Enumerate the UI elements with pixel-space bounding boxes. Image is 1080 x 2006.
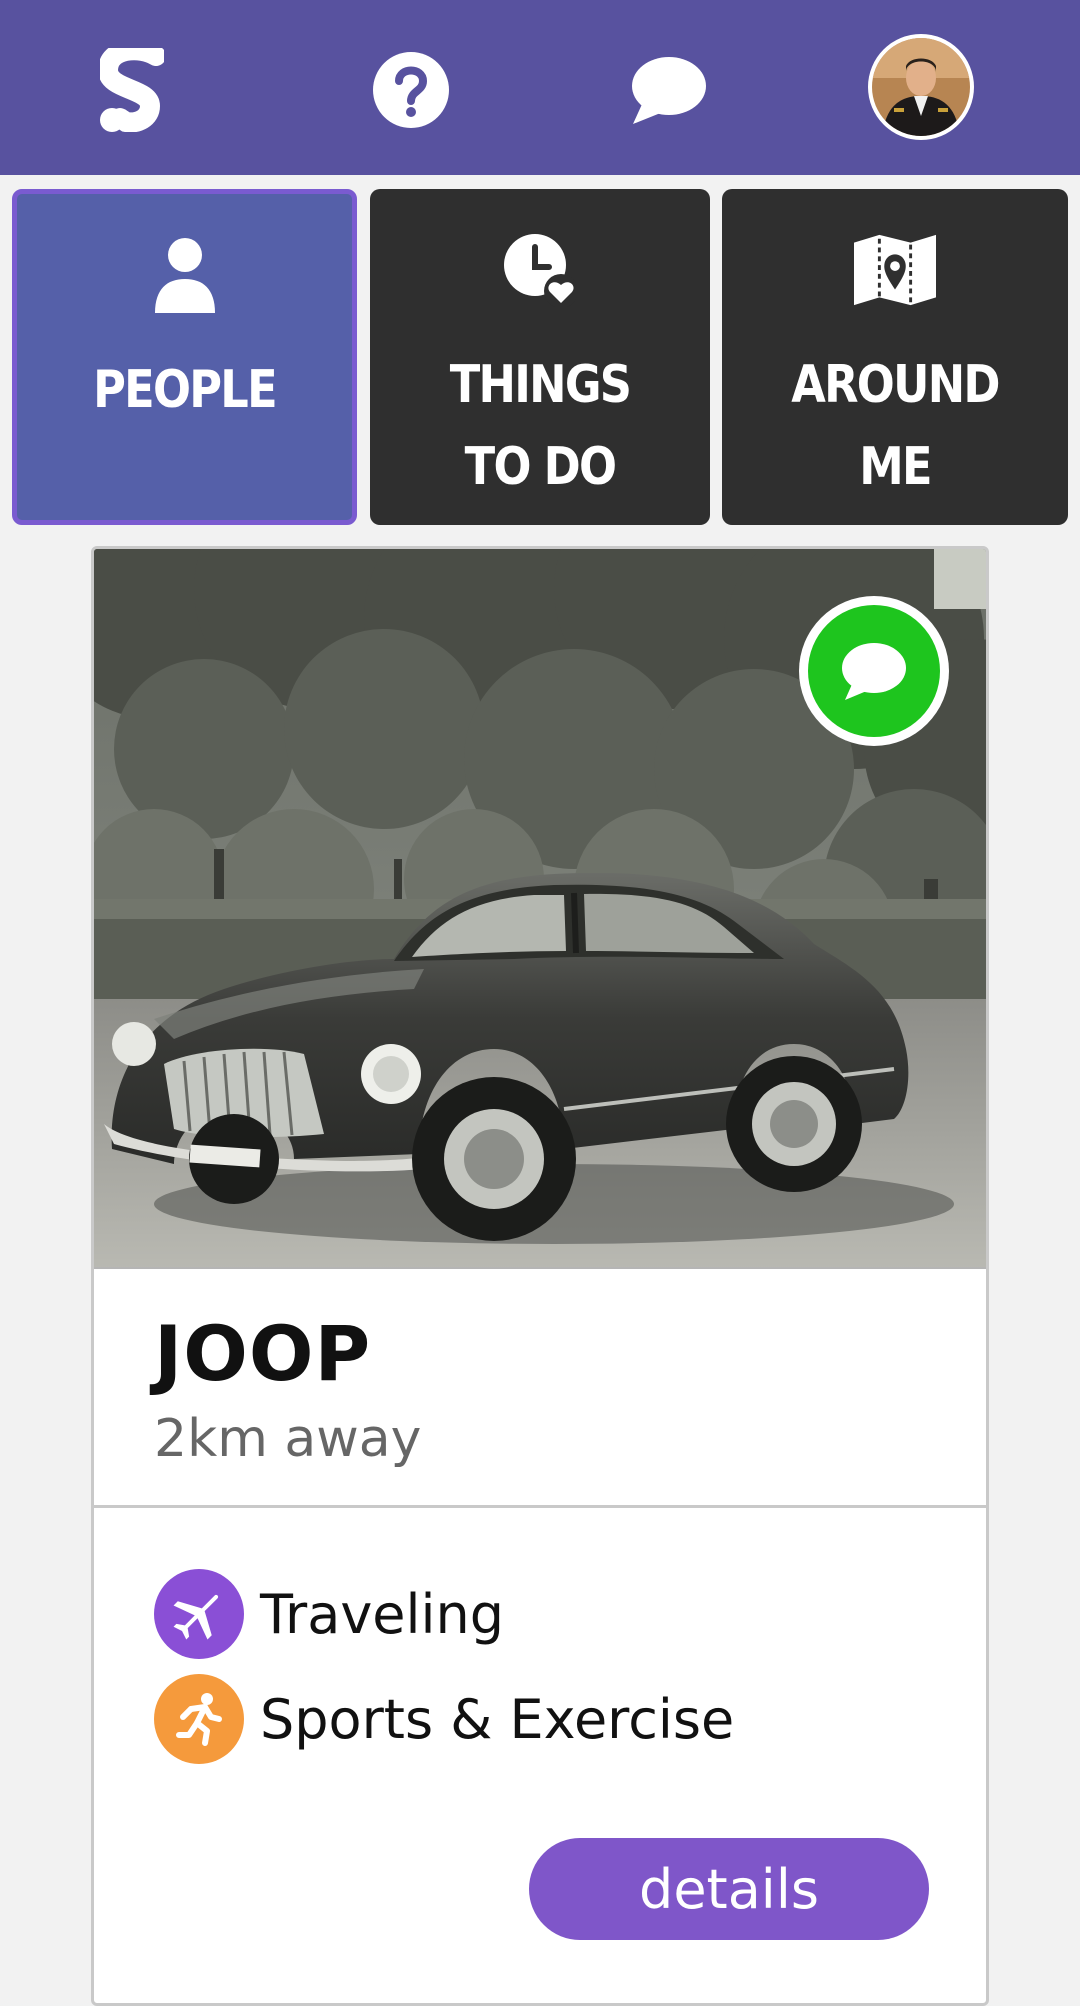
- map-pin-icon: [854, 229, 936, 311]
- divider: [94, 1505, 986, 1508]
- profile-name: JOOP: [154, 1309, 372, 1398]
- tab-around-me-label: AROUND ME: [791, 355, 1000, 497]
- tab-things-to-do[interactable]: THINGS TO DO: [370, 189, 710, 525]
- chat-icon[interactable]: [608, 30, 728, 150]
- interest-item: Sports & Exercise: [154, 1674, 734, 1764]
- tab-people[interactable]: PEOPLE: [12, 189, 357, 525]
- interest-label: Sports & Exercise: [260, 1687, 735, 1751]
- person-icon: [144, 234, 226, 316]
- runner-icon: [154, 1674, 244, 1764]
- tab-people-label: PEOPLE: [93, 360, 278, 420]
- message-icon: [842, 643, 906, 700]
- profile-distance: 2km away: [154, 1409, 422, 1469]
- clock-heart-icon: [499, 229, 581, 311]
- message-button[interactable]: [799, 596, 949, 746]
- interest-label: Traveling: [260, 1582, 505, 1646]
- top-bar: [0, 0, 1080, 175]
- airplane-icon: [154, 1569, 244, 1659]
- avatar[interactable]: [868, 34, 974, 140]
- tab-things-to-do-label: THINGS TO DO: [449, 355, 632, 497]
- interest-item: Traveling: [154, 1569, 504, 1659]
- tab-around-me[interactable]: AROUND ME: [722, 189, 1068, 525]
- help-icon[interactable]: [351, 30, 471, 150]
- logo-icon[interactable]: [72, 30, 192, 150]
- profile-card[interactable]: JOOP 2km away Traveling Sports & Exercis…: [91, 546, 989, 2006]
- profile-photo[interactable]: [94, 549, 986, 1269]
- category-tabs: PEOPLE THINGS TO DO AROUND ME: [12, 189, 1068, 525]
- details-button[interactable]: details: [529, 1838, 929, 1940]
